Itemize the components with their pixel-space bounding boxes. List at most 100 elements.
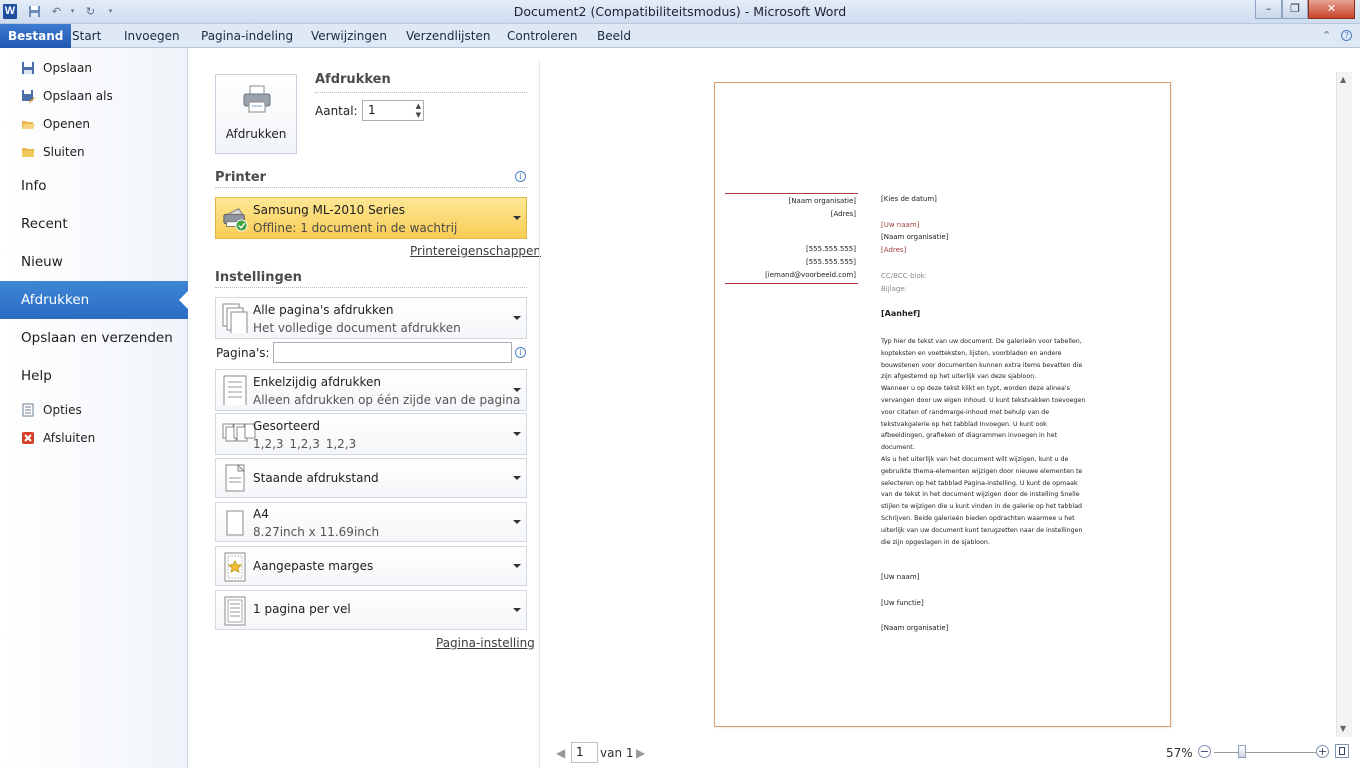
scroll-down-icon[interactable]: ▼ [1340,724,1346,733]
close-icon[interactable]: ✕ [1308,0,1355,19]
nav-save[interactable]: Opslaan [20,58,92,78]
copies-stepper[interactable]: 1 ▲ ▼ [362,100,424,121]
paper-size-select[interactable]: A4 8.27inch x 11.69inch [215,502,527,542]
preview-sign-org: [Naam organisatie] [881,624,949,632]
chevron-down-icon [513,520,521,524]
collate-desc: 1,2,3 1,2,3 1,2,3 [253,437,357,451]
pages-per-sheet-icon [224,596,246,626]
zoom-to-page-icon[interactable] [1335,744,1349,758]
pages-per-sheet-select[interactable]: 1 pagina per vel [215,590,527,630]
tab-insert[interactable]: Invoegen [110,24,194,48]
sides-label: Enkelzijdig afdrukken [253,375,381,389]
open-folder-icon [20,117,36,133]
nav-options[interactable]: Opties [20,400,82,420]
pages-input[interactable] [273,342,512,363]
nav-close[interactable]: Sluiten [20,142,85,162]
preview-scrollbar[interactable]: ▲ ▼ [1336,72,1352,737]
zoom-out-icon[interactable]: − [1198,745,1211,758]
header-rule-top [725,193,858,194]
preview-body: Typ hier de tekst van uw document. De ga… [881,336,1106,548]
save-as-icon [20,89,36,105]
zoom-slider-thumb[interactable] [1238,745,1246,758]
page-setup-link[interactable]: Pagina-instelling [436,636,535,650]
preview-body-line: Typ hier de tekst van uw document. De ga… [881,338,1082,345]
tab-start[interactable]: Start [58,24,115,48]
save-icon [20,61,36,77]
preview-body-line: tekstvakgalerie op het tabblad Invoegen.… [881,420,1047,428]
margins-label: Aangepaste marges [253,559,374,573]
ribbon-tabs: Bestand Start Invoegen Pagina-indeling V… [0,24,1360,48]
pages-label: Pagina's: [216,346,270,360]
spin-down-icon[interactable]: ▼ [416,111,421,119]
tab-page-layout[interactable]: Pagina-indeling [187,24,307,48]
nav-open[interactable]: Openen [20,114,90,134]
collate-select[interactable]: Gesorteerd 1,2,3 1,2,3 1,2,3 [215,413,527,455]
chevron-down-icon [513,316,521,320]
options-icon [20,403,36,419]
minimize-ribbon-icon[interactable]: ⌃ [1322,29,1331,42]
preview-body-line: kopteksten en voetteksten, lijsten, voor… [881,349,1062,357]
preview-attachment: Bijlage: [881,285,908,293]
tab-references[interactable]: Verwijzingen [297,24,401,48]
preview-recipient-address: [Adres] [881,246,907,254]
paper-size-label: A4 [253,507,269,521]
print-preview-page: [Naam organisatie] [Adres] [555.555.555]… [714,82,1171,727]
sides-desc: Alleen afdrukken op één zijde van de pag… [253,393,521,407]
exit-icon [20,431,36,447]
orientation-select[interactable]: Staande afdrukstand [215,458,527,498]
portrait-icon [225,464,246,492]
spin-up-icon[interactable]: ▲ [416,102,421,110]
minimize-icon[interactable]: – [1255,0,1282,19]
pages-info-icon[interactable]: i [515,347,526,358]
printer-select[interactable]: Samsung ML-2010 Series Offline: 1 docume… [215,197,527,239]
print-button[interactable]: Afdrukken [215,74,297,154]
printer-status-icon [223,208,248,232]
help-icon[interactable]: ? [1341,30,1352,41]
tab-view[interactable]: Beeld [583,24,645,48]
chevron-down-icon [513,432,521,436]
copies-value: 1 [368,103,376,117]
nav-recent[interactable]: Recent [21,212,68,236]
zoom-slider-track[interactable] [1214,752,1316,753]
preview-body-line: zijn afgestemd op het uiterlijk van deze… [881,373,1037,381]
printer-info-icon[interactable]: i [515,171,526,182]
preview-cc: CC/BCC-blok: [881,272,928,280]
printer-properties-link[interactable]: Printereigenschappen [410,244,541,258]
print-range-label: Alle pagina's afdrukken [253,303,394,317]
preview-body-line: vervangen door uw eigen inhoud. U kunt t… [881,396,1086,404]
zoom-level[interactable]: 57% [1166,746,1193,760]
sides-select[interactable]: Enkelzijdig afdrukken Alleen afdrukken o… [215,369,527,411]
pages-per-sheet-label: 1 pagina per vel [253,602,351,616]
preview-fax: [555.555.555] [806,258,856,266]
nav-exit[interactable]: Afsluiten [20,428,95,448]
paper-size-desc: 8.27inch x 11.69inch [253,525,380,539]
chevron-down-icon [513,388,521,392]
nav-new[interactable]: Nieuw [21,250,63,274]
pages-icon [222,303,248,333]
printer-heading: Printer [215,170,527,188]
printer-status: Offline: 1 document in de wachtrij [253,221,458,235]
scroll-up-icon[interactable]: ▲ [1340,75,1346,84]
previous-page-icon[interactable]: ◀ [556,746,565,760]
nav-help[interactable]: Help [21,364,52,388]
preview-body-line: bouwstenen voor documenten kunnen extra … [881,361,1083,369]
restore-icon[interactable]: ❐ [1282,0,1308,19]
preview-body-line: gebruikte thema-elementen wijzigen door … [881,467,1083,475]
nav-print[interactable]: Afdrukken [0,281,188,319]
zoom-in-icon[interactable]: + [1316,745,1329,758]
preview-recipient-org: [Naam organisatie] [881,233,949,241]
nav-save-and-send[interactable]: Opslaan en verzenden [21,326,173,350]
next-page-icon[interactable]: ▶ [636,746,645,760]
preview-body-line: Wanneer u op deze tekst klikt en typt, w… [881,385,1070,393]
margins-icon [224,552,246,582]
close-folder-icon [20,145,36,161]
nav-info[interactable]: Info [21,174,47,198]
print-range-select[interactable]: Alle pagina's afdrukken Het volledige do… [215,297,527,339]
tab-review[interactable]: Controleren [493,24,591,48]
preview-body-line: Schrijven. Beide galerieën bieden opdrac… [881,514,1075,522]
page-number-input[interactable]: 1 [571,742,598,763]
preview-body-line: voor citaten of randmarge-inhoud met beh… [881,408,1050,416]
nav-save-as[interactable]: Opslaan als [20,86,113,106]
margins-select[interactable]: Aangepaste marges [215,546,527,586]
tab-mailings[interactable]: Verzendlijsten [392,24,504,48]
